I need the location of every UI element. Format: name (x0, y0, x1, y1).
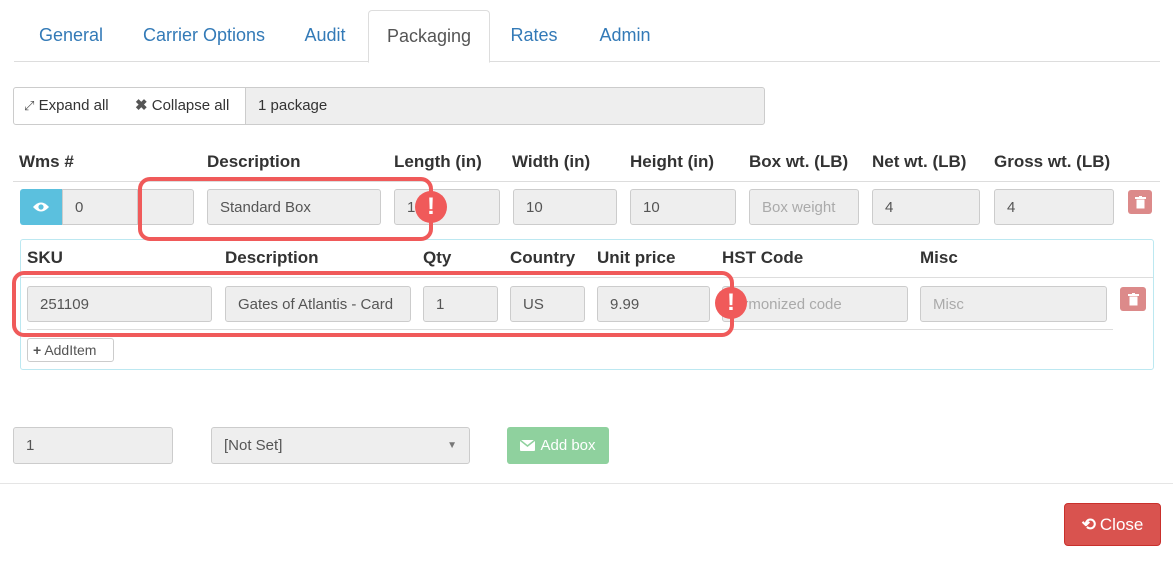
add-item-label: AddItem (44, 342, 97, 358)
trash-icon (1127, 292, 1139, 305)
header-net-weight: Net wt. (LB) (872, 152, 967, 171)
footer-divider (0, 483, 1173, 484)
hst-code-input[interactable]: armonized code (722, 286, 908, 322)
collapse-all-label: Collapse all (151, 97, 230, 114)
tab-carrier-options[interactable]: Carrier Options (132, 10, 276, 62)
alert-icon: ! (415, 191, 447, 223)
trash-icon (1134, 195, 1146, 208)
undo-icon: ⟲ (1081, 514, 1096, 534)
header-misc: Misc (920, 248, 958, 267)
delete-item-button[interactable] (1120, 287, 1146, 311)
box-weight-input[interactable]: Box weight (749, 189, 859, 225)
close-icon: ✖ (135, 97, 148, 114)
header-hst-code: HST Code (722, 248, 804, 267)
close-label: Close (1099, 514, 1144, 534)
alert-icon: ! (715, 287, 747, 319)
height-input[interactable]: 10 (630, 189, 736, 225)
header-item-description: Description (225, 248, 319, 267)
tab-bar: General Carrier Options Audit Packaging … (14, 0, 1160, 63)
header-box-weight: Box wt. (LB) (749, 152, 849, 171)
view-box-button[interactable] (20, 189, 62, 225)
header-qty: Qty (423, 248, 452, 267)
box-type-select-value: [Not Set] (224, 437, 283, 454)
wms-input[interactable]: 0 (62, 189, 138, 225)
highlight-item-row (12, 271, 734, 337)
header-description: Description (207, 152, 301, 171)
expand-icon: ⤢ (24, 98, 35, 113)
expand-all-button[interactable]: ⤢ Expand all (13, 87, 126, 125)
add-box-label: Add box (540, 437, 596, 454)
tab-packaging[interactable]: Packaging (368, 10, 490, 63)
eye-icon (33, 202, 49, 212)
box-count-input[interactable]: 1 (13, 427, 173, 464)
add-box-button[interactable]: Add box (507, 427, 609, 464)
expand-all-label: Expand all (38, 97, 109, 114)
tab-admin[interactable]: Admin (588, 10, 662, 62)
net-weight-input[interactable]: 4 (872, 189, 980, 225)
collapse-all-button[interactable]: ✖ Collapse all (125, 87, 246, 125)
misc-input[interactable]: Misc (920, 286, 1107, 322)
tab-rates[interactable]: Rates (500, 10, 568, 62)
gross-weight-input[interactable]: 4 (994, 189, 1114, 225)
plus-icon: + (33, 342, 42, 358)
tab-audit[interactable]: Audit (292, 10, 358, 62)
highlight-box-description-length (138, 177, 433, 241)
package-count-field: 1 package (245, 87, 765, 125)
header-gross-weight: Gross wt. (LB) (994, 152, 1111, 171)
envelope-icon (520, 440, 536, 451)
close-button[interactable]: ⟲ Close (1064, 503, 1161, 546)
header-width: Width (in) (512, 152, 591, 171)
add-item-button[interactable]: + AddItem (27, 338, 114, 362)
delete-box-button[interactable] (1128, 190, 1152, 214)
header-sku: SKU (27, 248, 63, 267)
header-unit-price: Unit price (597, 248, 676, 267)
dropdown-arrow-icon: ▼ (447, 440, 457, 451)
header-wms: Wms # (19, 152, 74, 171)
tab-general[interactable]: General (28, 10, 114, 62)
header-country: Country (510, 248, 576, 267)
header-height: Height (in) (630, 152, 715, 171)
header-length: Length (in) (394, 152, 482, 171)
width-input[interactable]: 10 (513, 189, 617, 225)
box-type-select[interactable]: [Not Set] ▼ (211, 427, 470, 464)
